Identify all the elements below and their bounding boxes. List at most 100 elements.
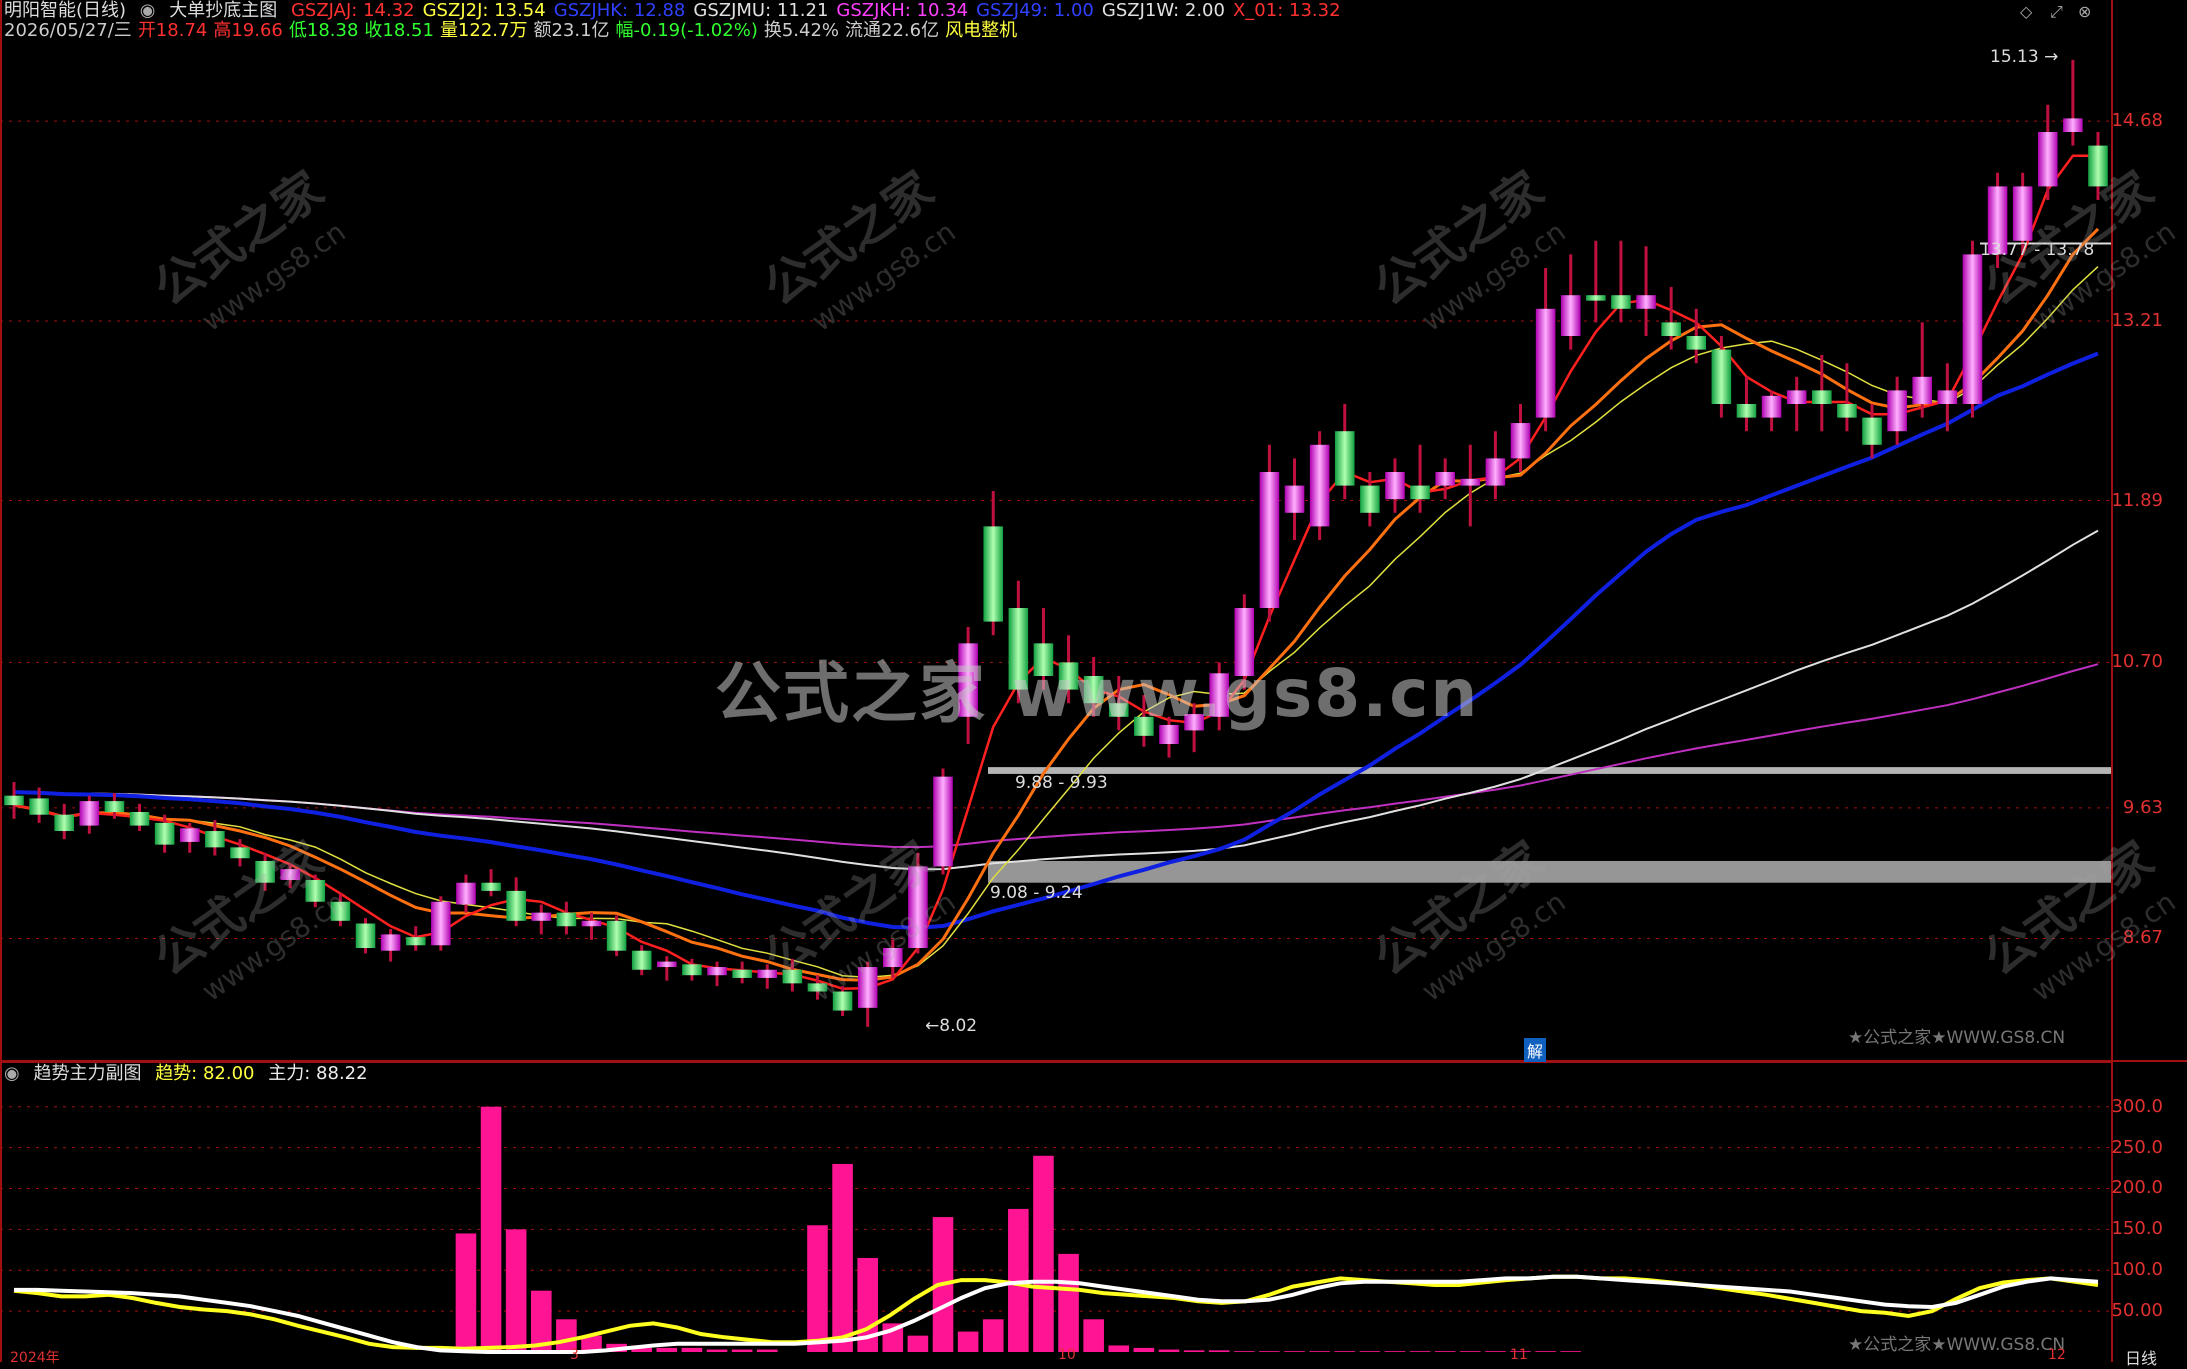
main-force-bar <box>1259 1351 1280 1352</box>
candle <box>1309 431 1330 540</box>
sub-tick-label: 200.0 <box>2111 1177 2163 1199</box>
main-force-bar <box>807 1225 828 1352</box>
candle <box>732 961 752 984</box>
watermark-center: 公式之家 www.gs8.cn <box>715 655 1480 732</box>
sub-tick-label: 100.0 <box>2111 1259 2163 1281</box>
quote-field: 高19.66 <box>213 20 283 41</box>
main-force-bar <box>1208 1350 1230 1352</box>
quote-field: 低18.38 <box>288 20 359 41</box>
price-tick-label: 11.89 <box>2111 489 2163 511</box>
main-force-bar <box>731 1349 753 1352</box>
date-label-month: 10 <box>1058 1347 1076 1363</box>
close-panel-icon[interactable]: ⊗ <box>2078 2 2091 21</box>
price-tick-label: 9.63 <box>2122 796 2163 818</box>
candle <box>631 945 652 976</box>
candle <box>355 918 376 954</box>
candle <box>1887 376 1907 445</box>
candle <box>707 961 727 987</box>
sub-toggle-icon[interactable]: ◉ <box>4 1063 20 1084</box>
main-force-bar <box>681 1347 703 1352</box>
price-tick-label: 10.70 <box>2111 651 2163 673</box>
candle <box>456 874 476 913</box>
main-force-bar <box>1409 1351 1431 1352</box>
candle <box>1586 240 1606 323</box>
main-force-bar <box>1359 1351 1381 1352</box>
candle <box>1736 376 1757 432</box>
main-force-bar <box>982 1319 1004 1352</box>
indicator-params: GSZJAJ: 14.32 GSZJ2J: 13.54 GSZJHK: 12.88 G… <box>291 0 1349 21</box>
candle <box>1711 336 1732 418</box>
main-force-bar <box>1535 1351 1556 1352</box>
candle <box>1837 363 1857 432</box>
jie-badge[interactable]: 解 <box>1524 1038 1547 1062</box>
candle <box>1686 308 1707 364</box>
quote-field: 开18.74 <box>137 20 208 41</box>
main-force-bar <box>1033 1155 1054 1352</box>
high-price-label: 15.13 → <box>1990 47 2059 67</box>
candle <box>2063 59 2083 146</box>
quote-field: 换5.42% <box>763 20 840 41</box>
candle <box>1636 246 1656 336</box>
stock-name[interactable]: 明阳智能(日线) <box>4 0 126 21</box>
diamond-icon[interactable]: ◇ <box>2020 2 2032 21</box>
quote-field: 风电整机 <box>945 20 1018 41</box>
date-label-start: 2024年 <box>10 1350 60 1366</box>
indicator-header: 明阳智能(日线) ◉ 大单抄底主图 GSZJAJ: 14.32 GSZJ2J: 1… <box>4 0 1357 22</box>
indicator-param: GSZJAJ: 14.32 <box>290 0 415 21</box>
candle <box>481 869 501 897</box>
candle <box>506 877 526 927</box>
main-force-bar <box>1133 1347 1155 1352</box>
sub-indicator-chart[interactable] <box>0 1062 2187 1362</box>
trend-lines <box>13 1274 2099 1354</box>
main-force-label: 主力: 88.22 <box>268 1063 368 1084</box>
indicator-toggle-icon[interactable]: ◉ <box>140 0 156 21</box>
candle <box>380 928 401 962</box>
main-force-bars <box>455 1106 1582 1352</box>
main-force-bar <box>1108 1345 1130 1352</box>
main-force-bar <box>957 1331 979 1352</box>
candle <box>1812 355 1832 432</box>
candle <box>4 782 24 819</box>
main-force-bar <box>656 1347 678 1352</box>
candle <box>1761 390 1782 432</box>
candle <box>1334 404 1355 500</box>
candle <box>1786 376 1807 432</box>
indicator-param: GSZJKH: 10.34 <box>836 0 969 21</box>
sub-panel-title[interactable]: 趋势主力副图 <box>33 1063 141 1084</box>
indicator-name[interactable]: 大单抄底主图 <box>169 0 277 21</box>
main-force-bar <box>1459 1351 1481 1352</box>
indicator-param: X_01: 13.32 <box>1232 0 1341 21</box>
main-force-bar <box>1485 1351 1506 1352</box>
candle <box>531 904 552 935</box>
quote-field: 幅-0.19(-1.02%) <box>615 20 758 41</box>
expand-icon[interactable]: ⤢ <box>2050 2 2063 22</box>
indicator-param: GSZJ2J: 13.54 <box>422 0 546 21</box>
quote-line: 2026/05/27/三 开18.74 高19.66 低18.38 收18.51 量122… <box>4 20 1023 42</box>
sub-corner-watermark: ★公式之家★WWW.GS8.CN <box>1848 1335 2066 1355</box>
price-tick-label: 14.68 <box>2111 110 2163 132</box>
candle <box>1535 268 1556 432</box>
quote-field: 额23.1亿 <box>533 20 610 41</box>
main-force-bar <box>706 1349 728 1352</box>
candle <box>983 491 1004 636</box>
candle <box>933 768 953 875</box>
candle <box>79 795 100 834</box>
indicator-param: GSZJHK: 12.88 <box>553 0 686 21</box>
main-force-bar <box>1083 1319 1104 1352</box>
candle <box>1560 254 1581 350</box>
sub-tick-label: 150.0 <box>2111 1218 2163 1240</box>
main-force-bar <box>907 1335 929 1352</box>
candle <box>179 822 200 853</box>
sub-tick-label: 50.00 <box>2111 1300 2163 1322</box>
main-force-bar <box>832 1163 853 1352</box>
period-unit-label[interactable]: 日线 <box>2125 1345 2157 1369</box>
main-force-bar <box>1309 1351 1330 1352</box>
quote-field: 收18.51 <box>364 20 434 41</box>
main-force-bar <box>1560 1351 1582 1352</box>
candle <box>1435 458 1455 500</box>
candle <box>1284 458 1305 540</box>
main-force-bar <box>1334 1351 1356 1352</box>
price-tick-label: 13.21 <box>2111 310 2163 332</box>
indicator-param: GSZJ49: 1.00 <box>976 0 1094 21</box>
sub-panel-header: ◉ 趋势主力副图 趋势: 82.00 主力: 88.22 <box>4 1063 376 1085</box>
